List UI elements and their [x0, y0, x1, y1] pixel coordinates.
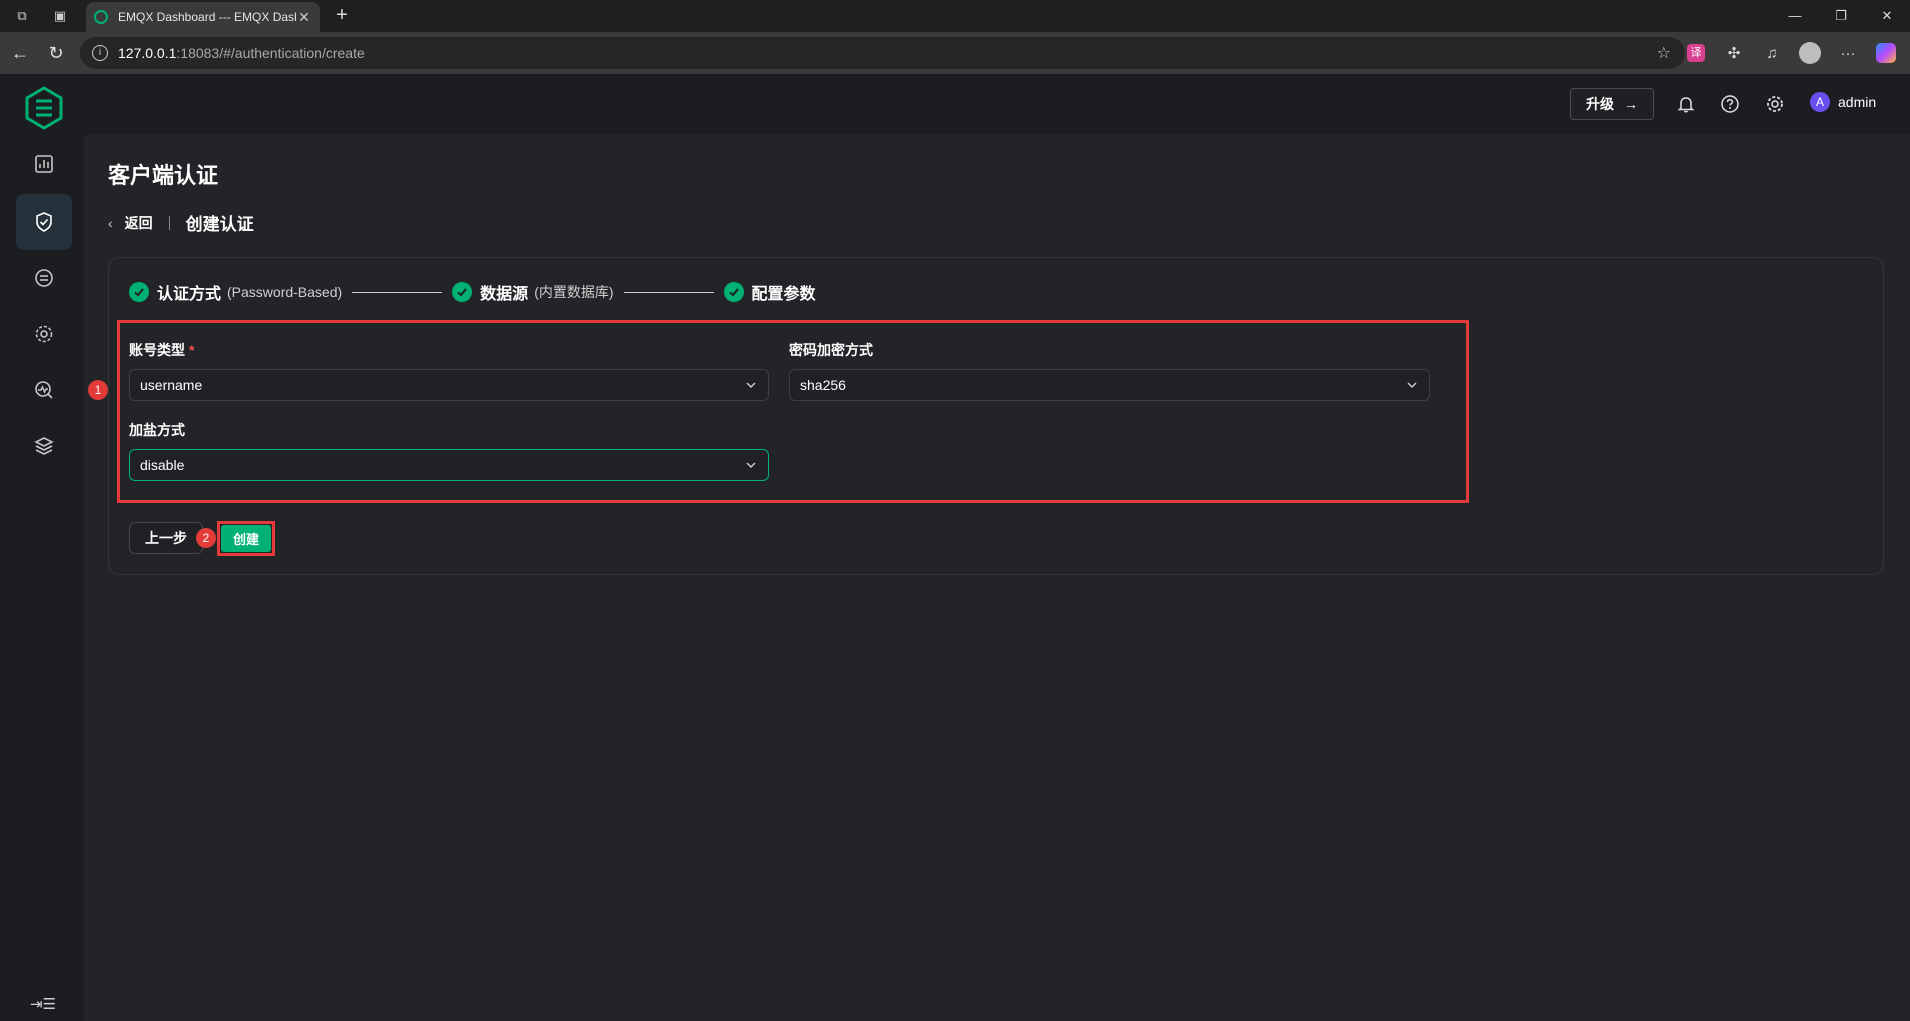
step-name: 数据源 [480, 286, 529, 303]
layers-icon [34, 437, 54, 455]
annotation-badge-1: 1 [88, 380, 108, 400]
integration-icon [35, 269, 53, 287]
breadcrumb-current: 创建认证 [185, 215, 254, 234]
create-button-highlight: 创建 [217, 521, 275, 556]
check-circle-icon [723, 282, 744, 302]
back-link[interactable]: 返回 [125, 213, 153, 233]
sidebar-item-integration[interactable] [16, 250, 72, 306]
breadcrumb: ‹ 返回 创建认证 [108, 210, 254, 235]
sidebar-item-management[interactable] [16, 306, 72, 362]
url-host: 127.0.0.1 [118, 45, 177, 61]
salt-position-select[interactable]: disable [129, 449, 769, 481]
site-info-icon[interactable]: i [92, 45, 108, 61]
media-control-icon[interactable]: ♫ [1756, 37, 1788, 69]
new-tab-icon[interactable]: + [330, 4, 354, 28]
check-circle-icon [129, 282, 149, 302]
step-sub: (Password-Based) [227, 284, 343, 300]
user-avatar: A [1810, 92, 1830, 112]
page-title: 客户端认证 [108, 163, 219, 188]
shield-check-icon [36, 212, 52, 232]
chevron-down-icon [746, 462, 756, 468]
sidebar-item-access-control[interactable] [16, 194, 72, 250]
browser-tab-bar: ⧉ ▣ EMQX Dashboard --- EMQX Dash ✕ + — ❐… [0, 0, 1910, 32]
browser-tab[interactable]: EMQX Dashboard --- EMQX Dash ✕ [86, 2, 320, 32]
browser-toolbar: ← ↻ i 127.0.0.1:18083/#/authentication/c… [0, 32, 1910, 74]
chevron-down-icon [746, 382, 756, 388]
chevron-down-icon [1407, 382, 1417, 388]
sidebar-item-diagnose[interactable] [16, 362, 72, 418]
extension-icons: 译 ✣ ♫ ··· [1680, 37, 1902, 69]
password-hash-value: sha256 [800, 377, 846, 393]
create-button[interactable]: 创建 [221, 525, 271, 552]
user-name: admin [1838, 94, 1877, 110]
window-controls: — ❐ ✕ [1772, 0, 1910, 32]
url-path: :18083/#/authentication/create [176, 45, 365, 61]
extensions-puzzle-icon[interactable]: ✣ [1718, 37, 1750, 69]
emqx-logo-icon[interactable] [24, 86, 64, 130]
arrow-right-icon: → [1624, 96, 1638, 112]
step-auth-method: 认证方式 (Password-Based) [129, 280, 342, 304]
step-config-params: 配置参数 [723, 280, 816, 304]
account-type-value: username [140, 377, 203, 393]
collapse-sidebar-icon[interactable]: ⇥☰ [30, 995, 56, 1015]
step-sub: (内置数据库) [534, 284, 614, 300]
password-hash-select[interactable]: sha256 [789, 369, 1430, 401]
translate-extension-icon[interactable]: 译 [1680, 37, 1712, 69]
chevron-left-icon[interactable]: ‹ [108, 215, 113, 231]
salt-position-label: 加盐方式 [129, 422, 185, 438]
salt-position-value: disable [140, 457, 185, 473]
step-data-source: 数据源 (内置数据库) [452, 280, 614, 304]
workspaces-icon[interactable]: ⧉ [8, 2, 36, 30]
bell-icon[interactable] [1672, 90, 1700, 118]
main-content: 客户端认证 ‹ 返回 创建认证 认证方式 (Password-Based) 数据… [84, 134, 1910, 1021]
restore-icon[interactable]: ❐ [1818, 0, 1864, 32]
emqx-app: ⇥☰ 升级 → A admin 客户端认证 ‹ 返回 创建认证 认证方式 (Pa… [0, 74, 1910, 1021]
step-connector [352, 291, 443, 293]
diagnose-search-icon [35, 381, 53, 399]
step-connector [623, 291, 714, 293]
close-window-icon[interactable]: ✕ [1864, 0, 1910, 32]
top-header: 升级 → A admin [84, 74, 1910, 134]
account-type-label: 账号类型 * [129, 342, 195, 358]
profile-avatar-icon[interactable] [1794, 37, 1826, 69]
step-name: 认证方式 [157, 286, 222, 303]
address-bar[interactable]: i 127.0.0.1:18083/#/authentication/creat… [80, 37, 1685, 69]
account-type-select[interactable]: username [129, 369, 769, 401]
sidebar: ⇥☰ [0, 74, 84, 1021]
upgrade-label: 升级 [1586, 96, 1614, 112]
check-circle-icon [452, 282, 473, 302]
dashboard-chart-icon [35, 155, 53, 173]
back-arrow-icon[interactable]: ← [2, 35, 38, 71]
user-menu[interactable]: A admin [1810, 92, 1876, 112]
favorite-star-icon[interactable]: ☆ [1657, 43, 1671, 63]
help-icon[interactable] [1716, 90, 1744, 118]
gear-icon [35, 325, 53, 343]
breadcrumb-divider [168, 215, 170, 230]
password-hash-label: 密码加密方式 [789, 342, 873, 358]
emqx-favicon-icon [94, 10, 108, 24]
tab-title: EMQX Dashboard --- EMQX Dash [118, 10, 296, 24]
annotation-badge-2: 2 [196, 528, 216, 548]
required-mark: * [189, 342, 195, 358]
settings-gear-icon[interactable] [1761, 90, 1789, 118]
reload-icon[interactable]: ↻ [38, 35, 74, 71]
more-menu-icon[interactable]: ··· [1832, 37, 1864, 69]
sidebar-item-system[interactable] [16, 418, 72, 474]
step-name: 配置参数 [751, 286, 816, 303]
minimize-icon[interactable]: — [1772, 0, 1818, 32]
close-tab-icon[interactable]: ✕ [296, 9, 312, 26]
steps-progress: 认证方式 (Password-Based) 数据源 (内置数据库) 配置参数 [129, 280, 816, 304]
vertical-tabs-icon[interactable]: ▣ [46, 2, 74, 30]
copilot-icon[interactable] [1870, 37, 1902, 69]
upgrade-button[interactable]: 升级 → [1570, 88, 1654, 120]
previous-step-button[interactable]: 上一步 [129, 522, 203, 554]
sidebar-item-monitoring[interactable] [16, 136, 72, 192]
